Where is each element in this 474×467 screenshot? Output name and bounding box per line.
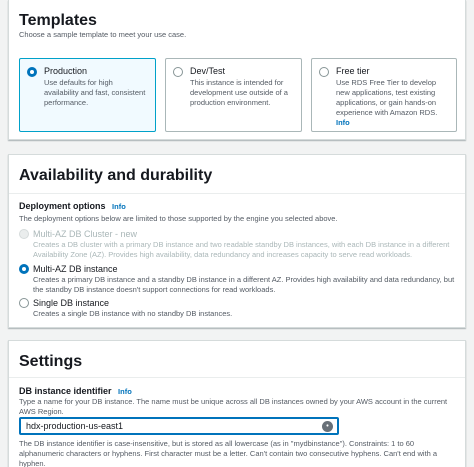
db-identifier-label: DB instance identifier Info [19, 386, 132, 396]
db-identifier-label-text: DB instance identifier [19, 386, 112, 396]
templates-description: Choose a sample template to meet your us… [19, 30, 187, 39]
multi-az-cluster-radio [19, 229, 29, 239]
free-tier-info-link[interactable]: Info [336, 118, 450, 127]
db-identifier-input[interactable] [19, 417, 339, 435]
templates-panel: Templates Choose a sample template to me… [8, 0, 466, 140]
panel-divider [9, 377, 465, 378]
option-multi-az-instance[interactable]: Multi-AZ DB instance Creates a primary D… [19, 263, 459, 295]
multi-az-instance-radio[interactable] [19, 264, 29, 274]
settings-panel: Settings DB instance identifier Info Typ… [8, 340, 466, 467]
panel-divider [9, 193, 465, 194]
deployment-options-label-text: Deployment options [19, 201, 106, 211]
dev-test-radio[interactable] [173, 67, 183, 77]
availability-panel: Availability and durability Deployment o… [8, 154, 466, 328]
option-label: Multi-AZ DB instance [33, 264, 118, 274]
password-manager-icon[interactable]: • [322, 421, 333, 432]
single-instance-radio[interactable] [19, 298, 29, 308]
template-tile-description: Use RDS Free Tier to develop new applica… [336, 78, 438, 117]
db-identifier-description: Type a name for your DB instance. The na… [19, 397, 448, 416]
db-identifier-info-link[interactable]: Info [118, 387, 132, 396]
option-label: Single DB instance [33, 298, 110, 308]
template-tile-dev-test[interactable]: Dev/Test This instance is intended for d… [165, 58, 302, 132]
availability-title: Availability and durability [19, 167, 213, 184]
option-description: Creates a single DB instance with no sta… [33, 309, 233, 318]
option-label: Multi-AZ DB Cluster - new [33, 229, 138, 239]
deployment-description: The deployment options below are limited… [19, 214, 338, 223]
template-tile-label: Dev/Test [190, 66, 226, 76]
option-single-instance[interactable]: Single DB instance Creates a single DB i… [19, 297, 459, 319]
deployment-options-label: Deployment options Info [19, 201, 126, 211]
option-description: Creates a DB cluster with a primary DB i… [33, 240, 450, 259]
template-tile-production[interactable]: Production Use defaults for high availab… [19, 58, 156, 132]
deployment-info-link[interactable]: Info [112, 202, 126, 211]
template-tile-description: Use defaults for high availability and f… [44, 78, 146, 107]
option-description: Creates a primary DB instance and a stan… [33, 275, 455, 294]
db-identifier-constraint: The DB instance identifier is case-insen… [19, 439, 438, 467]
settings-title: Settings [19, 353, 83, 370]
templates-title: Templates [19, 12, 97, 29]
template-tile-free-tier[interactable]: Free tier Use RDS Free Tier to develop n… [311, 58, 457, 132]
template-tile-label: Production [44, 66, 88, 76]
template-tile-label: Free tier [336, 66, 370, 76]
production-radio[interactable] [27, 67, 37, 77]
option-multi-az-cluster: Multi-AZ DB Cluster - new Creates a DB c… [19, 228, 459, 260]
template-tile-description: This instance is intended for developmen… [190, 78, 288, 107]
free-tier-radio[interactable] [319, 67, 329, 77]
